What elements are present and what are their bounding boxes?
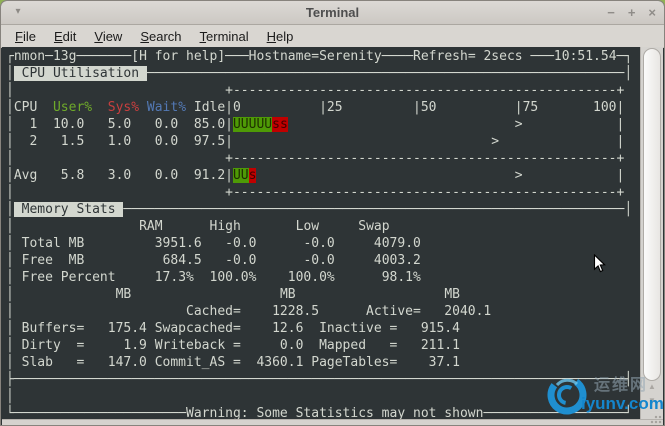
minimize-button[interactable]: − [607, 1, 615, 24]
menu-item-terminal[interactable]: Terminal [191, 27, 258, 46]
terminal-area: ┌nmon─13g───────[H for help]───Hostname=… [2, 47, 663, 420]
menu-item-file[interactable]: File [6, 27, 45, 46]
terminal-line: ├───────────────────────────────────────… [6, 371, 640, 388]
terminal-line: │ [6, 388, 640, 405]
terminal-line: │ +-------------------------------------… [6, 184, 640, 201]
menu-item-search[interactable]: Search [131, 27, 190, 46]
terminal-line: │ Free MB 684.5 -0.0 -0.0 4003.2 [6, 252, 640, 269]
terminal-line: │ Slab = 147.0 Commit_AS = 4360.1 PageTa… [6, 354, 640, 371]
menu-item-edit[interactable]: Edit [45, 27, 85, 46]
scrollbar-track[interactable]: ▲ ▼ [640, 47, 663, 420]
terminal-screen[interactable]: ┌nmon─13g───────[H for help]───Hostname=… [2, 47, 640, 420]
scroll-down-icon[interactable]: ▼ [641, 396, 663, 406]
terminal-line: │ Dirty = 1.9 Writeback = 0.0 Mapped = 2… [6, 337, 640, 354]
window-controls: − + × [607, 1, 656, 24]
terminal-line: │ Total MB 3951.6 -0.0 -0.0 4079.0 [6, 235, 640, 252]
terminal-line: │Avg 5.8 3.0 0.0 91.2|UUs > | [6, 167, 640, 184]
menu-bar: FileEditViewSearchTerminalHelp [1, 25, 664, 48]
terminal-line: │ 1 10.0 5.0 0.0 85.0|UUUUUss > | [6, 116, 640, 133]
terminal-line: │ 2 1.5 1.0 0.0 97.5| > | [6, 133, 640, 150]
window-menu-icon[interactable]: ▾ [10, 5, 26, 19]
terminal-line: │ Buffers= 175.4 Swapcached= 12.6 Inacti… [6, 320, 640, 337]
terminal-line: │ Memory Stats ─────────────────────────… [6, 201, 640, 218]
menu-item-view[interactable]: View [85, 27, 131, 46]
scroll-up-icon[interactable]: ▲ [641, 382, 663, 392]
terminal-line: │ MB MB MB [6, 286, 640, 303]
terminal-line: │ RAM High Low Swap [6, 218, 640, 235]
terminal-line: │ +-------------------------------------… [6, 82, 640, 99]
terminal-line: │ Free Percent 17.3% 100.0% 100.0% 98.1% [6, 269, 640, 286]
terminal-line: ┌nmon─13g───────[H for help]───Hostname=… [6, 48, 640, 65]
terminal-line: │CPU User% Sys% Wait% Idle|0 |25 |50 |75… [6, 99, 640, 116]
scrollbar-thumb[interactable] [643, 48, 661, 381]
window-title: Terminal [306, 5, 359, 20]
terminal-line: │ CPU Utilisation ──────────────────────… [6, 65, 640, 82]
maximize-button[interactable]: + [628, 1, 636, 24]
menu-item-help[interactable]: Help [258, 27, 303, 46]
terminal-line: │ +-------------------------------------… [6, 150, 640, 167]
terminal-window: ▾ Terminal − + × FileEditViewSearchTermi… [0, 0, 665, 426]
terminal-line: │ Cached= 1228.5 Active= 2040.1 [6, 303, 640, 320]
title-bar[interactable]: ▾ Terminal − + × [1, 1, 664, 25]
window-bottom-edge [2, 419, 663, 425]
terminal-line: └──────────────────────Warning: Some Sta… [6, 405, 640, 420]
resize-grip[interactable] [649, 412, 663, 425]
close-button[interactable]: × [648, 1, 656, 24]
